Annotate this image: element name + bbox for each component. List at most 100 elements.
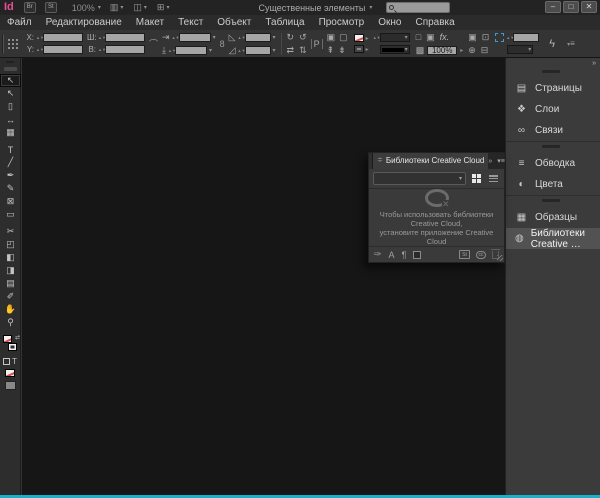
y-stepper[interactable]: ▲▼ xyxy=(36,48,41,51)
effects-icon[interactable]: fx. xyxy=(440,32,450,42)
dock-item-cc-libraries[interactable]: ◍ Библиотеки Creative … xyxy=(506,228,600,249)
height-field[interactable] xyxy=(105,45,145,54)
formatting-affects-text-icon[interactable]: T xyxy=(12,357,17,366)
chevron-down-icon[interactable]: ▾ xyxy=(209,47,212,54)
height-stepper[interactable]: ▲▼ xyxy=(98,48,103,51)
fitting-stepper[interactable]: ▲▼ xyxy=(506,36,511,39)
x-stepper[interactable]: ▲▼ xyxy=(36,36,41,39)
select-previous-button[interactable]: ⇞ xyxy=(327,45,335,55)
eyedropper-tool[interactable]: ✐ xyxy=(0,290,21,303)
panel-resize-grip[interactable] xyxy=(497,255,503,261)
dock-item-stroke[interactable]: ≡ Обводка xyxy=(506,153,600,174)
corner-options-icon[interactable]: □ xyxy=(416,32,421,42)
adobe-stock-icon[interactable]: St xyxy=(459,250,470,259)
chevron-down-icon[interactable]: ▾ xyxy=(273,34,276,41)
width-field[interactable] xyxy=(105,33,145,42)
x-field[interactable] xyxy=(43,33,83,42)
scissors-tool[interactable]: ✂ xyxy=(0,225,21,238)
fit-frame-button[interactable]: ⊡ xyxy=(482,32,490,42)
view-options-dropdown[interactable]: ▥ ▾ xyxy=(110,2,124,13)
scale-x-stepper[interactable]: ▲▼ xyxy=(172,36,177,39)
y-field[interactable] xyxy=(43,45,83,54)
panel-grip[interactable] xyxy=(2,35,4,53)
frame-fitting-icon[interactable] xyxy=(495,33,504,42)
stroke-swatch[interactable] xyxy=(8,343,17,351)
rotation-field[interactable] xyxy=(245,33,271,42)
frame-tool[interactable]: ⊠ xyxy=(0,195,21,208)
dock-item-links[interactable]: ∞ Связи xyxy=(506,120,600,141)
page-tool[interactable]: ▯ xyxy=(0,100,21,113)
collapse-panels-icon[interactable]: » xyxy=(506,58,600,68)
panel-header-dots[interactable] xyxy=(0,58,20,65)
pencil-tool[interactable]: ✎ xyxy=(0,182,21,195)
free-transform-tool[interactable]: ◰ xyxy=(0,238,21,251)
shear-stepper[interactable]: ▲▼ xyxy=(238,49,243,52)
type-tool[interactable]: T xyxy=(0,143,21,156)
selection-tool[interactable]: ↖ xyxy=(0,74,21,87)
opacity-field[interactable]: 100% xyxy=(427,46,457,55)
flip-horizontal-button[interactable]: ⇄ xyxy=(287,45,295,55)
list-view-button[interactable] xyxy=(487,172,500,185)
rectangle-tool[interactable]: ▭ xyxy=(0,208,21,221)
fitting-field[interactable] xyxy=(513,33,539,42)
formatting-toggles[interactable]: T xyxy=(0,356,20,367)
add-graphic-icon[interactable]: ✑ xyxy=(374,249,382,260)
menu-item[interactable]: Файл xyxy=(0,15,39,30)
fit-content-button[interactable]: ▣ xyxy=(468,32,477,42)
dock-item-swatches[interactable]: ▦ Образцы xyxy=(506,207,600,228)
fitting-dropdown[interactable]: ▾ xyxy=(507,45,533,54)
content-collector-tool[interactable]: ▦ xyxy=(0,126,21,139)
menu-item[interactable]: Таблица xyxy=(258,15,311,30)
flip-vertical-button[interactable]: ⇅ xyxy=(299,45,307,55)
close-button[interactable]: ✕ xyxy=(581,1,597,13)
hand-tool[interactable]: ✋ xyxy=(0,303,21,316)
pen-tool[interactable]: ✒ xyxy=(0,169,21,182)
arrange-documents-dropdown[interactable]: ⊞ ▾ xyxy=(157,2,170,13)
menu-item[interactable]: Справка xyxy=(408,15,461,30)
minimize-button[interactable]: – xyxy=(545,1,561,13)
dock-item-layers[interactable]: ❖ Слои xyxy=(506,99,600,120)
gradient-feather-tool[interactable]: ◨ xyxy=(0,264,21,277)
cc-sync-icon[interactable]: cc xyxy=(476,251,486,259)
menu-item[interactable]: Макет xyxy=(129,15,171,30)
rotate-cw-button[interactable]: ↻ xyxy=(287,32,295,42)
stock-icon[interactable]: St xyxy=(45,2,57,13)
chevron-down-icon[interactable]: ▾ xyxy=(213,34,216,41)
width-stepper[interactable]: ▲▼ xyxy=(98,36,103,39)
bridge-icon[interactable]: Br xyxy=(24,2,36,13)
collapse-panel-icon[interactable]: » xyxy=(488,158,492,165)
fill-swatch[interactable] xyxy=(354,34,364,42)
panel-drag-handle[interactable] xyxy=(4,67,17,71)
library-select[interactable]: ▾ xyxy=(373,172,466,185)
gradient-tool[interactable]: ◧ xyxy=(0,251,21,264)
fill-swatch[interactable] xyxy=(3,335,12,343)
select-content-button[interactable]: ▢ xyxy=(339,32,348,42)
add-character-style-icon[interactable]: A xyxy=(389,250,395,260)
stroke-weight-stepper[interactable]: ▲▼ xyxy=(373,36,378,39)
constrain-dimensions-icon[interactable]: ⌒ xyxy=(149,37,158,50)
apply-none-button[interactable] xyxy=(5,369,15,377)
grid-view-button[interactable] xyxy=(470,172,483,185)
center-content-button[interactable]: ⊕ xyxy=(468,45,476,55)
zoom-tool[interactable]: ⚲ xyxy=(0,316,21,329)
dock-item-color[interactable]: ◐ Цвета xyxy=(506,174,600,195)
stroke-swatch[interactable] xyxy=(354,45,364,53)
menu-item[interactable]: Просмотр xyxy=(312,15,372,30)
scale-y-stepper[interactable]: ▲▼ xyxy=(168,49,173,52)
workspace-switcher[interactable]: Существенные элементы ▾ xyxy=(258,3,372,13)
quick-apply-icon[interactable]: ϟ xyxy=(549,38,555,50)
tab-cc-libraries[interactable]: ≑ Библиотеки Creative Cloud xyxy=(373,153,488,169)
reference-point-proxy[interactable] xyxy=(7,38,19,50)
menu-item[interactable]: Редактирование xyxy=(39,15,129,30)
search-input[interactable] xyxy=(386,2,450,13)
constrain-scale-icon[interactable]: 8 xyxy=(220,39,225,49)
document-canvas[interactable] xyxy=(22,58,505,495)
select-container-button[interactable]: ▣ xyxy=(327,32,336,42)
maximize-button[interactable]: □ xyxy=(563,1,579,13)
fill-stroke-control[interactable]: ⇄ xyxy=(0,334,21,356)
drop-shadow-icon[interactable]: ▣ xyxy=(426,32,435,42)
auto-fit-button[interactable]: ⊟ xyxy=(481,45,489,55)
shear-field[interactable] xyxy=(245,46,271,55)
add-paragraph-style-icon[interactable]: ¶ xyxy=(402,250,407,260)
menu-item[interactable]: Объект xyxy=(210,15,258,30)
